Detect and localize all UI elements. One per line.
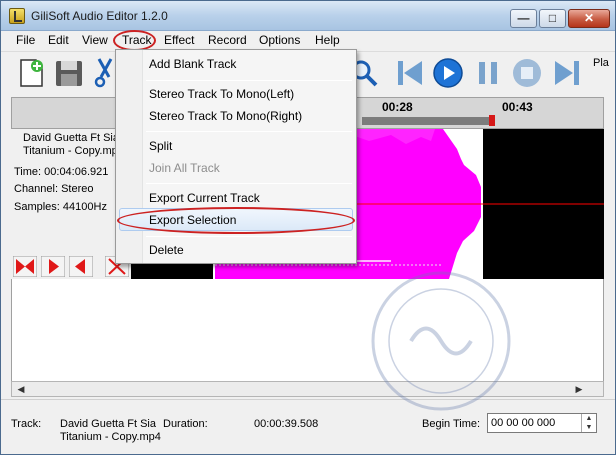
new-file-icon[interactable] <box>15 57 47 89</box>
scroll-left-icon[interactable]: ◀ <box>14 383 28 395</box>
status-track-value-line1: David Guetta Ft Sia <box>60 418 156 430</box>
menu-add-blank-track[interactable]: Add Blank Track <box>149 57 236 71</box>
status-begin-time-label: Begin Time: <box>422 418 481 430</box>
menu-export-current-track[interactable]: Export Current Track <box>149 191 260 205</box>
menu-record[interactable]: Record <box>208 33 247 47</box>
menu-separator <box>146 131 352 132</box>
menu-file[interactable]: File <box>16 33 35 47</box>
spin-down-icon[interactable]: ▼ <box>582 423 596 432</box>
menu-options[interactable]: Options <box>259 33 300 47</box>
ruler-time-2: 00:43 <box>502 100 533 114</box>
close-button[interactable]: ✕ <box>568 9 610 28</box>
window-title: GiliSoft Audio Editor 1.2.0 <box>31 9 168 23</box>
skip-end-icon[interactable] <box>551 57 583 89</box>
menu-effect[interactable]: Effect <box>164 33 194 47</box>
minimize-button[interactable]: — <box>510 9 537 28</box>
status-bar: Track: David Guetta Ft Sia Titanium - Co… <box>1 399 615 454</box>
track-samples: Samples: 44100Hz <box>14 201 107 213</box>
menu-export-selection[interactable]: Export Selection <box>149 213 236 227</box>
maximize-icon: □ <box>548 11 557 25</box>
menu-bar: File Edit View Track Effect Record Optio… <box>1 31 615 51</box>
menu-stereo-to-mono-left[interactable]: Stereo Track To Mono(Left) <box>149 87 294 101</box>
menu-delete[interactable]: Delete <box>149 243 184 257</box>
pause-icon[interactable] <box>472 57 504 89</box>
app-window: GiliSoft Audio Editor 1.2.0 — □ ✕ File E… <box>0 0 616 455</box>
menu-join-all-track: Join All Track <box>149 161 220 175</box>
menu-separator <box>146 236 352 237</box>
horizontal-scrollbar[interactable]: ◀ ▶ <box>11 381 604 397</box>
mark-both-icon[interactable] <box>13 256 37 277</box>
track-channel: Channel: Stereo <box>14 183 94 195</box>
menu-stereo-to-mono-right[interactable]: Stereo Track To Mono(Right) <box>149 109 302 123</box>
track-controls <box>11 254 131 278</box>
save-icon[interactable] <box>53 57 85 89</box>
maximize-button[interactable]: □ <box>539 9 566 28</box>
track-time: Time: 00:04:06.921 <box>14 166 109 178</box>
spin-up-icon[interactable]: ▲ <box>582 414 596 423</box>
mark-out-icon[interactable] <box>69 256 93 277</box>
menu-help[interactable]: Help <box>315 33 340 47</box>
menu-separator <box>146 80 352 81</box>
menu-track[interactable]: Track <box>122 33 152 47</box>
status-duration-label: Duration: <box>163 418 208 430</box>
track-name-line2: Titanium - Copy.mp4 <box>23 145 124 157</box>
menu-separator <box>146 183 352 184</box>
status-track-value-line2: Titanium - Copy.mp4 <box>60 431 161 443</box>
close-icon: ✕ <box>583 11 595 25</box>
ruler-time-1: 00:28 <box>382 100 413 114</box>
menu-edit[interactable]: Edit <box>48 33 69 47</box>
skip-start-icon[interactable] <box>394 57 426 89</box>
menu-gutter <box>116 50 143 263</box>
stop-icon[interactable] <box>511 57 543 89</box>
status-duration-value: 00:00:39.508 <box>254 418 319 430</box>
track-dropdown-menu: Add Blank Track Stereo Track To Mono(Lef… <box>115 49 357 264</box>
status-track-label: Track: <box>11 418 42 430</box>
app-icon <box>9 8 25 24</box>
title-bar: GiliSoft Audio Editor 1.2.0 — □ ✕ <box>1 1 615 31</box>
menu-view[interactable]: View <box>82 33 108 47</box>
toolbar-play-label: Pla <box>593 57 609 69</box>
ruler-selection-band <box>362 117 490 125</box>
begin-time-spinner[interactable]: ▲ ▼ <box>581 414 596 432</box>
scroll-right-icon[interactable]: ▶ <box>572 383 586 395</box>
ruler-end-marker[interactable] <box>489 115 495 126</box>
play-icon[interactable] <box>432 57 464 89</box>
track-list-empty-area[interactable] <box>11 279 604 381</box>
minimize-icon: — <box>517 11 530 25</box>
mark-in-icon[interactable] <box>41 256 65 277</box>
menu-split[interactable]: Split <box>149 139 172 153</box>
